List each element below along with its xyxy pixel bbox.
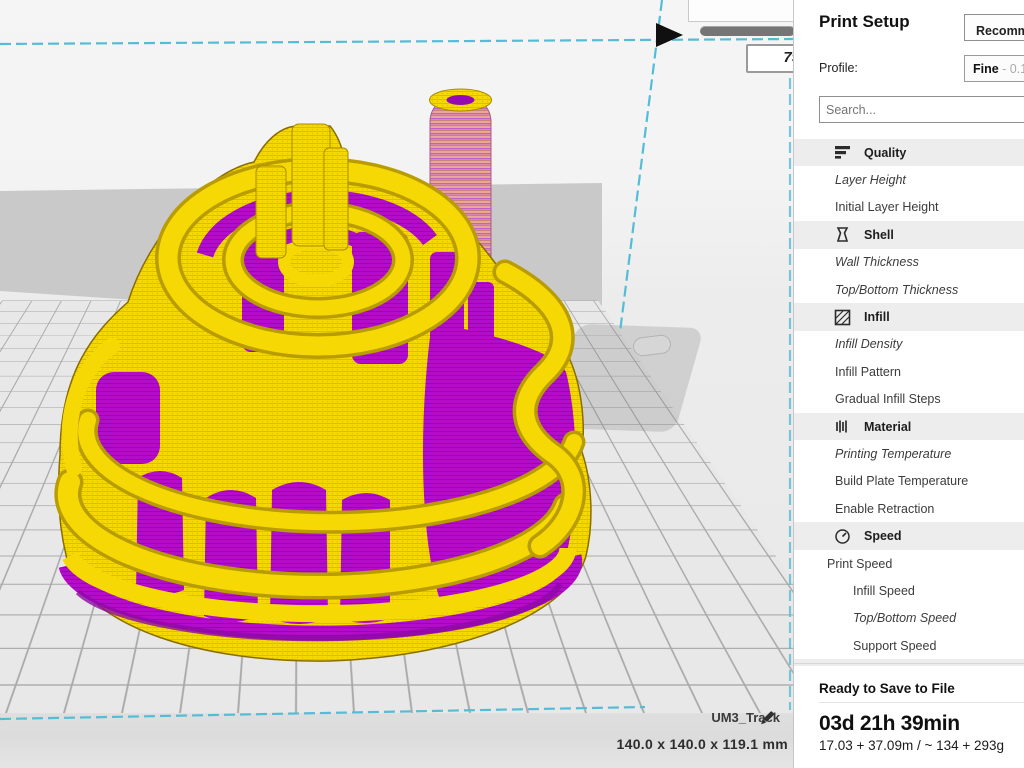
recommended-mode-button[interactable]: Recommended (964, 14, 1024, 41)
profile-dropdown[interactable]: Fine - 0.1 (964, 55, 1024, 82)
layer-slider-container (688, 0, 793, 22)
speed-icon (834, 528, 851, 545)
setting-label: Support Speed (853, 639, 936, 653)
category-speed[interactable]: Speed (794, 522, 1024, 549)
category-label: Speed (864, 529, 902, 543)
rename-pencil-icon[interactable] (758, 709, 776, 727)
search-input[interactable] (819, 96, 1024, 123)
layer-play-button[interactable] (656, 23, 683, 47)
category-label: Shell (864, 228, 894, 242)
sliced-model-render (0, 0, 793, 768)
setting-label: Infill Pattern (835, 365, 901, 379)
print-time-estimate: 03d 21h 39min (819, 712, 960, 736)
setting-label: Printing Temperature (835, 447, 951, 461)
setting-label: Enable Retraction (835, 502, 934, 516)
setting-build-plate-temperature[interactable]: Build Plate Temperature (794, 468, 1024, 495)
category-label: Infill (864, 310, 890, 324)
setting-label: Gradual Infill Steps (835, 392, 941, 406)
setting-label: Wall Thickness (835, 255, 919, 269)
setting-support-speed[interactable]: Support Speed (794, 632, 1024, 659)
setting-infill-density[interactable]: Infill Density (794, 331, 1024, 358)
3d-viewport[interactable]: 79 UM3_Track 140.0 x 140.0 x 119.1 mm (0, 0, 793, 768)
setting-gradual-infill-steps[interactable]: Gradual Infill Steps (794, 386, 1024, 413)
setting-enable-retraction[interactable]: Enable Retraction (794, 495, 1024, 522)
layer-slider-handle[interactable] (700, 26, 793, 36)
category-shell[interactable]: Shell (794, 221, 1024, 248)
setting-initial-layer-height[interactable]: Initial Layer Height (794, 194, 1024, 221)
model-dimensions-label: 140.0 x 140.0 x 119.1 mm (560, 736, 788, 752)
job-status-text: Ready to Save to File (819, 681, 955, 696)
profile-suffix: - 0.1 (999, 62, 1024, 76)
setting-top-bottom-thickness[interactable]: Top/Bottom Thickness (794, 276, 1024, 303)
setting-label: Initial Layer Height (835, 200, 939, 214)
layer-number-input[interactable]: 79 (746, 44, 793, 73)
setting-label: Infill Speed (853, 584, 915, 598)
category-quality[interactable]: Quality (794, 139, 1024, 166)
model-track[interactable] (55, 89, 600, 675)
setting-label: Layer Height (835, 173, 906, 187)
category-label: Material (864, 420, 911, 434)
category-infill[interactable]: Infill (794, 303, 1024, 330)
setting-layer-height[interactable]: Layer Height (794, 166, 1024, 193)
material-usage-estimate: 17.03 + 37.09m / ~ 134 + 293g (819, 738, 1004, 753)
setting-printing-temperature[interactable]: Printing Temperature (794, 440, 1024, 467)
setting-label: Print Speed (827, 557, 892, 571)
settings-list: Quality Layer Height Initial Layer Heigh… (794, 139, 1024, 666)
setting-top-bottom-speed[interactable]: Top/Bottom Speed (794, 605, 1024, 632)
category-label: Quality (864, 146, 906, 160)
profile-label: Profile: (819, 61, 858, 75)
job-section-divider (794, 663, 1024, 664)
setting-label: Top/Bottom Thickness (835, 283, 958, 297)
setting-wall-thickness[interactable]: Wall Thickness (794, 249, 1024, 276)
print-setup-panel: Print Setup Recommended Profile: Fine - … (793, 0, 1024, 768)
infill-icon (834, 309, 851, 326)
setting-label: Build Plate Temperature (835, 474, 968, 488)
setting-infill-pattern[interactable]: Infill Pattern (794, 358, 1024, 385)
setting-label: Top/Bottom Speed (853, 611, 956, 625)
shell-icon (834, 226, 851, 243)
profile-value: Fine (973, 62, 999, 76)
category-material[interactable]: Material (794, 413, 1024, 440)
material-icon (834, 418, 851, 435)
setting-label: Infill Density (835, 337, 902, 351)
job-status-underline (819, 702, 1024, 703)
settings-search[interactable] (819, 96, 1024, 123)
panel-title: Print Setup (819, 12, 910, 32)
setting-print-speed[interactable]: Print Speed (794, 550, 1024, 577)
setting-infill-speed[interactable]: Infill Speed (794, 577, 1024, 604)
quality-icon (834, 144, 851, 161)
